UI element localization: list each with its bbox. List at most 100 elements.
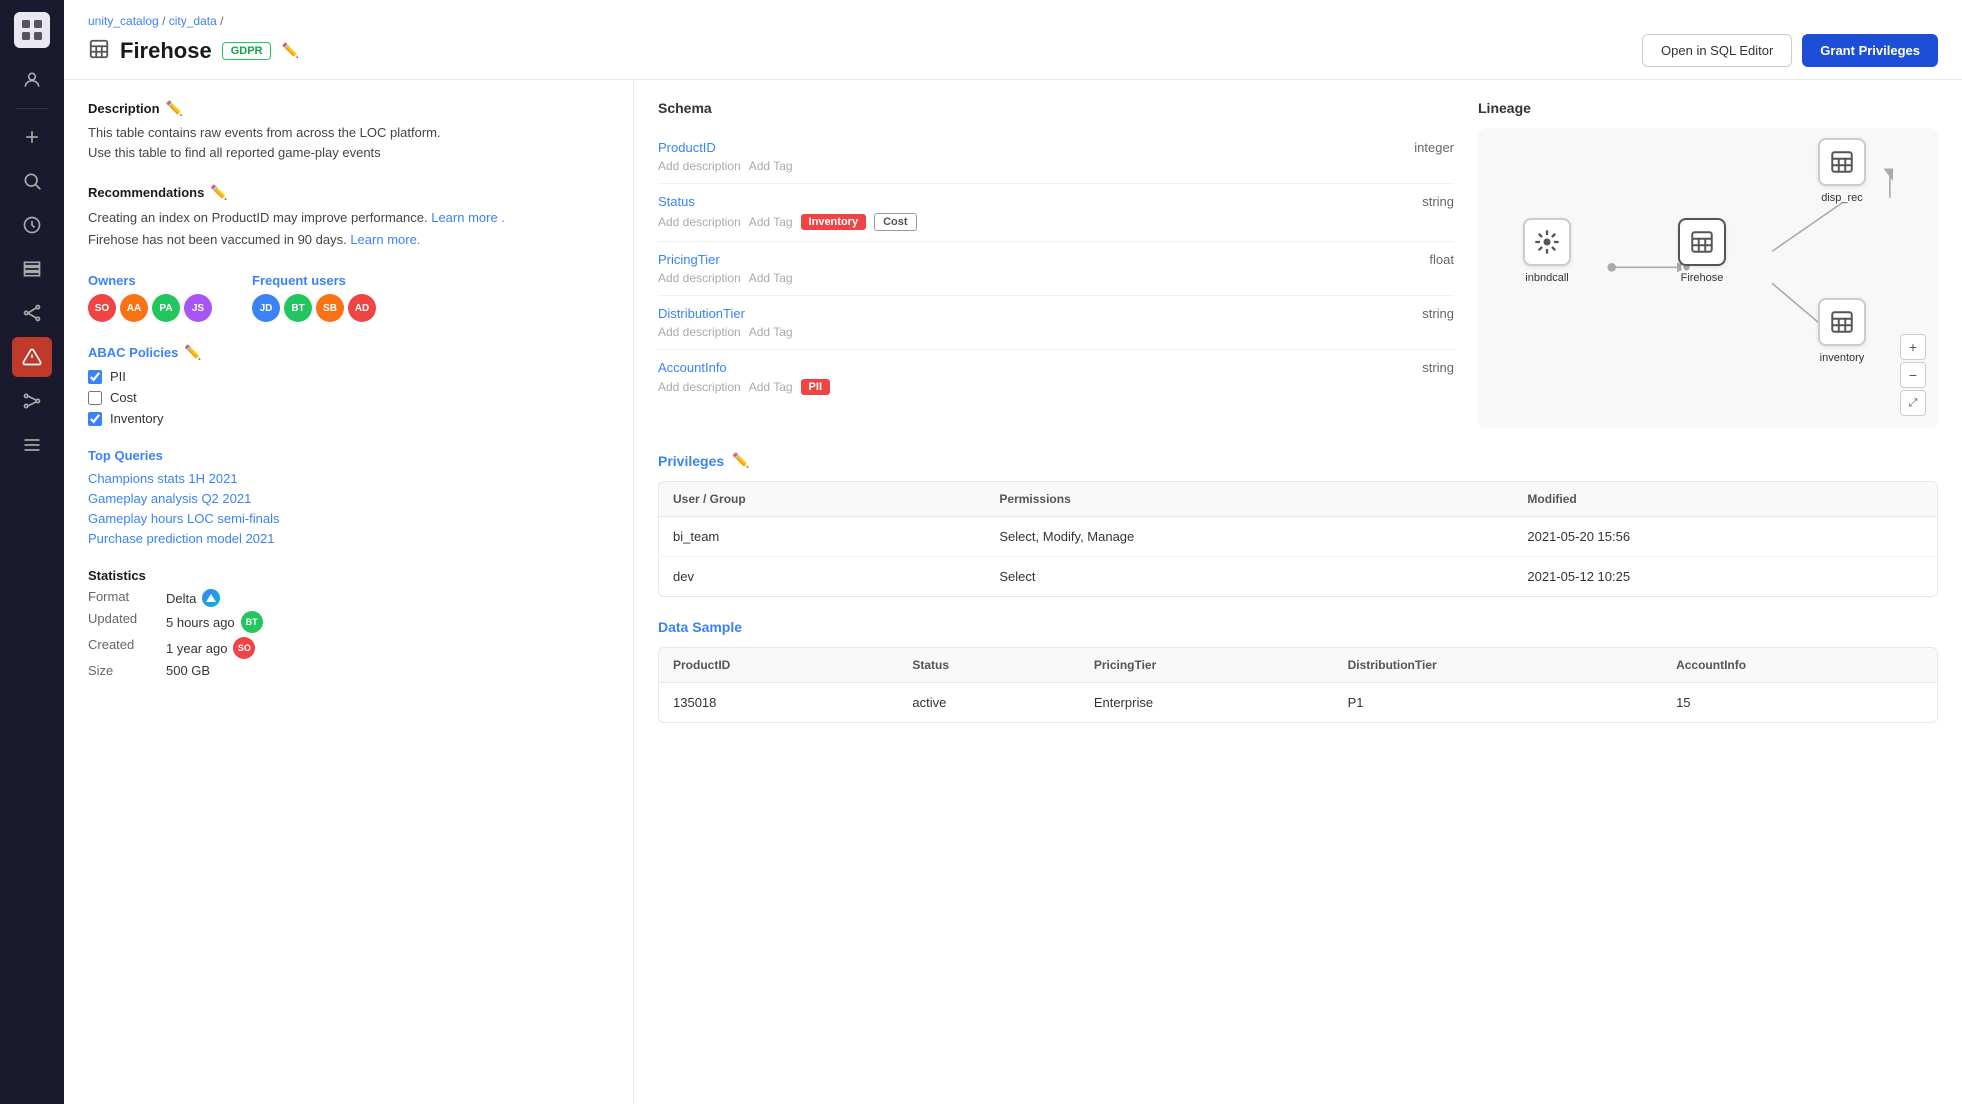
frequent-avatar-ad[interactable]: AD [348, 294, 376, 322]
distributiontier-name[interactable]: DistributionTier [658, 306, 1454, 321]
priv-modified-1: 2021-05-20 15:56 [1513, 517, 1937, 557]
abac-label-pii: PII [110, 369, 126, 384]
inbndcall-box [1523, 218, 1571, 266]
description-section: Description ✏️ This table contains raw e… [88, 100, 609, 162]
inbndcall-label: inbndcall [1525, 272, 1568, 284]
edit-title-icon[interactable]: ✏️ [281, 42, 298, 59]
abac-checkbox-inventory[interactable] [88, 412, 102, 426]
edit-recommendations-icon[interactable]: ✏️ [210, 184, 227, 201]
status-tag-inventory[interactable]: Inventory [801, 214, 867, 230]
app-logo[interactable] [14, 12, 50, 48]
schema-lineage-row: Schema integer ProductID Add description… [658, 100, 1938, 428]
privileges-header: Privileges ✏️ [658, 452, 1938, 469]
sidebar-item-alerts[interactable] [12, 337, 52, 377]
priv-permissions-1: Select, Modify, Manage [985, 517, 1513, 557]
status-add-tag[interactable]: Add Tag [749, 215, 793, 229]
edit-abac-icon[interactable]: ✏️ [184, 344, 201, 361]
query-link-3[interactable]: Gameplay hours LOC semi-finals [88, 511, 609, 526]
sidebar-item-add[interactable] [12, 117, 52, 157]
rec-learn-more-2[interactable]: Learn more. [350, 232, 420, 247]
pricingtier-add-desc[interactable]: Add description [658, 271, 741, 285]
abac-policies: PII Cost Inventory [88, 369, 609, 426]
productid-type: integer [1414, 140, 1454, 155]
pricingtier-add-tag[interactable]: Add Tag [749, 271, 793, 285]
col-accountinfo: AccountInfo [1662, 648, 1937, 683]
expand-button[interactable]: ⤢ [1900, 390, 1926, 416]
productid-name[interactable]: ProductID [658, 140, 1454, 155]
accountinfo-add-tag[interactable]: Add Tag [749, 380, 793, 394]
table-icon [88, 38, 110, 63]
delta-icon [202, 589, 220, 607]
right-panel: Schema integer ProductID Add description… [634, 80, 1962, 1104]
status-add-desc[interactable]: Add description [658, 215, 741, 229]
abac-policy-pii: PII [88, 369, 609, 384]
col-user-group: User / Group [659, 482, 985, 517]
data-sample-section: Data Sample ProductID Status PricingTier… [658, 619, 1938, 723]
schema-title: Schema [658, 100, 1454, 116]
edit-privileges-icon[interactable]: ✏️ [732, 452, 749, 469]
open-sql-button[interactable]: Open in SQL Editor [1642, 34, 1792, 67]
col-modified: Modified [1513, 482, 1937, 517]
abac-policy-inventory: Inventory [88, 411, 609, 426]
updated-value: 5 hours ago BT [166, 611, 609, 633]
distributiontier-add-desc[interactable]: Add description [658, 325, 741, 339]
breadcrumb-catalog[interactable]: unity_catalog [88, 14, 159, 28]
lineage-node-inbndcall[interactable]: inbndcall [1523, 218, 1571, 284]
priv-permissions-2: Select [985, 557, 1513, 597]
priv-modified-2: 2021-05-12 10:25 [1513, 557, 1937, 597]
sidebar-item-settings[interactable] [12, 425, 52, 465]
schema-field-distributiontier: string DistributionTier Add description … [658, 296, 1454, 350]
schema-section: Schema integer ProductID Add description… [658, 100, 1454, 428]
status-tag-cost[interactable]: Cost [874, 213, 916, 231]
content-area: Description ✏️ This table contains raw e… [64, 80, 1962, 1104]
owner-avatar-pa[interactable]: PA [152, 294, 180, 322]
accountinfo-add-desc[interactable]: Add description [658, 380, 741, 394]
abac-checkbox-pii[interactable] [88, 370, 102, 384]
owner-avatar-aa[interactable]: AA [120, 294, 148, 322]
query-link-2[interactable]: Gameplay analysis Q2 2021 [88, 491, 609, 506]
frequent-avatar-jd[interactable]: JD [252, 294, 280, 322]
lineage-node-disp-rec[interactable]: disp_rec [1818, 138, 1866, 204]
inventory-label: inventory [1820, 352, 1865, 364]
left-panel: Description ✏️ This table contains raw e… [64, 80, 634, 1104]
description-text: This table contains raw events from acro… [88, 123, 609, 162]
productid-add-desc[interactable]: Add description [658, 159, 741, 173]
zoom-out-button[interactable]: − [1900, 362, 1926, 388]
abac-checkbox-cost[interactable] [88, 391, 102, 405]
sidebar-item-profile[interactable] [12, 60, 52, 100]
frequent-avatar-bt[interactable]: BT [284, 294, 312, 322]
owner-avatar-js[interactable]: JS [184, 294, 212, 322]
lineage-node-inventory[interactable]: inventory [1818, 298, 1866, 364]
accountinfo-name[interactable]: AccountInfo [658, 360, 1454, 375]
sidebar-item-search[interactable] [12, 161, 52, 201]
lineage-node-firehose[interactable]: Firehose [1678, 218, 1726, 284]
sidebar-item-lineage[interactable] [12, 293, 52, 333]
privileges-section: Privileges ✏️ User / Group Permissions M… [658, 452, 1938, 597]
productid-meta: Add description Add Tag [658, 159, 1454, 173]
grant-privileges-button[interactable]: Grant Privileges [1802, 34, 1938, 67]
sidebar-item-history[interactable] [12, 205, 52, 245]
distributiontier-add-tag[interactable]: Add Tag [749, 325, 793, 339]
sidebar-item-catalog[interactable] [12, 249, 52, 289]
col-productid: ProductID [659, 648, 898, 683]
statistics-title: Statistics [88, 568, 609, 583]
owner-avatar-so[interactable]: SO [88, 294, 116, 322]
zoom-in-button[interactable]: + [1900, 334, 1926, 360]
accountinfo-tag-pii[interactable]: PII [801, 379, 830, 395]
frequent-avatar-sb[interactable]: SB [316, 294, 344, 322]
status-name[interactable]: Status [658, 194, 1454, 209]
rec-learn-more-1[interactable]: Learn more . [431, 210, 505, 225]
breadcrumb-schema[interactable]: city_data [169, 14, 217, 28]
abac-label-inventory: Inventory [110, 411, 163, 426]
col-permissions: Permissions [985, 482, 1513, 517]
col-pricingtier: PricingTier [1080, 648, 1334, 683]
query-link-4[interactable]: Purchase prediction model 2021 [88, 531, 609, 546]
query-link-1[interactable]: Champions stats 1H 2021 [88, 471, 609, 486]
lineage-canvas: inbndcall [1478, 128, 1938, 428]
schema-field-productid: integer ProductID Add description Add Ta… [658, 130, 1454, 184]
sidebar-item-pipelines[interactable] [12, 381, 52, 421]
productid-add-tag[interactable]: Add Tag [749, 159, 793, 173]
edit-description-icon[interactable]: ✏️ [166, 100, 183, 117]
privilege-row-dev: dev Select 2021-05-12 10:25 [659, 557, 1937, 597]
pricingtier-name[interactable]: PricingTier [658, 252, 1454, 267]
